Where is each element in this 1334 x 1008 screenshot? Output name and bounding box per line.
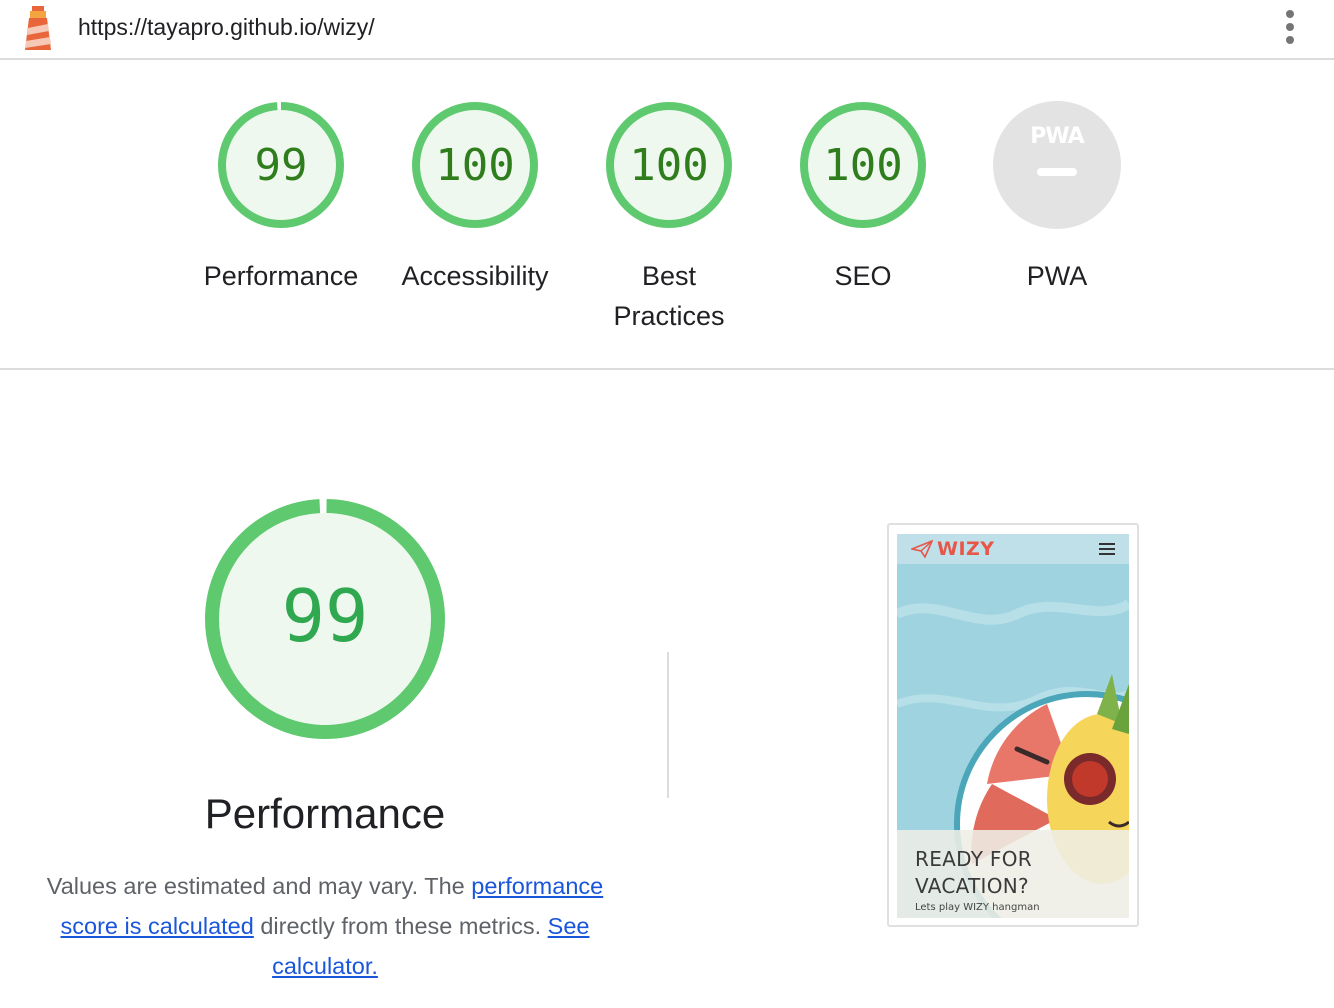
performance-score-gauge: 99 — [205, 499, 445, 739]
gauge-accessibility-score: 100 — [435, 140, 514, 191]
more-vert-icon[interactable] — [1272, 6, 1308, 48]
lighthouse-icon — [25, 6, 51, 50]
gauge-pwa-ring: PWA — [993, 101, 1121, 229]
gauge-accessibility[interactable]: 100 Accessibility — [380, 100, 570, 296]
description-text-2: directly from these metrics. — [253, 913, 548, 939]
screenshot-heading: READY FOR VACATION? — [915, 847, 1032, 898]
screenshot-brand: WIZY — [937, 538, 995, 560]
screenshot-subtext: Lets play WIZY hangman — [915, 902, 1040, 913]
gauge-best-practices[interactable]: 100 Best Practices — [574, 100, 764, 336]
gauge-best-practices-label: Best Practices — [613, 261, 725, 331]
gauge-seo[interactable]: 100 SEO — [768, 100, 958, 296]
gauge-pwa-label: PWA — [1026, 261, 1088, 291]
section-divider — [0, 368, 1334, 370]
screenshot-site-header: WIZY — [897, 534, 1129, 564]
screenshot-caption: READY FOR VACATION? Lets play WIZY hangm… — [897, 830, 1129, 918]
gauge-seo-label: SEO — [834, 261, 892, 291]
final-screenshot[interactable]: WIZY READY FOR VACATION? Lets play WIZY … — [887, 523, 1139, 927]
gauge-seo-score: 100 — [823, 140, 902, 191]
hamburger-icon — [1099, 543, 1115, 555]
description-text-1: Values are estimated and may vary. The — [46, 873, 472, 899]
page-url: https://tayapro.github.io/wizy/ — [78, 14, 375, 40]
pwa-badge-icon: PWA — [1030, 124, 1084, 149]
gauge-performance-ring: 99 — [218, 102, 344, 228]
report-header: https://tayapro.github.io/wizy/ — [0, 0, 1334, 60]
gauge-performance-score: 99 — [255, 140, 308, 191]
vertical-divider — [667, 652, 669, 798]
gauge-seo-ring: 100 — [800, 102, 926, 228]
gauge-pwa[interactable]: PWA PWA — [962, 100, 1152, 296]
gauge-accessibility-ring: 100 — [412, 102, 538, 228]
gauge-best-practices-score: 100 — [629, 140, 708, 191]
screenshot-image: WIZY READY FOR VACATION? Lets play WIZY … — [897, 534, 1129, 918]
gauge-best-practices-ring: 100 — [606, 102, 732, 228]
pwa-dash-icon — [1037, 168, 1077, 176]
gauge-performance-label: Performance — [203, 261, 359, 291]
performance-description: Values are estimated and may vary. The p… — [24, 866, 626, 986]
performance-title: Performance — [204, 790, 446, 837]
gauge-performance[interactable]: 99 Performance — [186, 100, 376, 296]
performance-score-value: 99 — [282, 574, 369, 658]
paper-plane-icon — [911, 540, 933, 558]
gauge-accessibility-label: Accessibility — [401, 261, 549, 291]
